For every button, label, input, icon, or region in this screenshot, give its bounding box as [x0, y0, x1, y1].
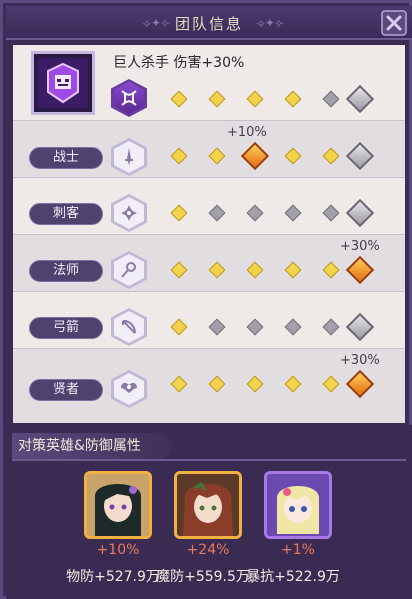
- hero-1-bonus: +10%: [96, 542, 140, 558]
- bow-icon: [122, 320, 136, 334]
- hero-avatar-3: [267, 474, 329, 536]
- mage-bonus-text: +30%: [340, 239, 380, 254]
- team-bonus-panel: 巨人杀手 伤害+30% 战士 刺客 法师 弓箭 贤者 +10% +30% +30…: [13, 45, 405, 423]
- hero-2-bonus: +24%: [186, 542, 230, 558]
- window-title: 团队信息: [174, 15, 243, 33]
- counter-heroes-section: 对策英雄&防御属性 +10% +24% +1% 物防+527.9万 魔防+559…: [6, 425, 412, 599]
- class-row-assassin: 刺客: [13, 178, 405, 235]
- hero-avatar-1: [87, 474, 149, 536]
- archer-hex: [111, 308, 147, 346]
- class-row-archer: 弓箭: [13, 292, 405, 349]
- class-label-sage: 贤者: [29, 379, 103, 401]
- wings-icon: [121, 382, 137, 393]
- close-icon: [381, 10, 407, 36]
- mage-hex: [111, 251, 147, 289]
- close-button[interactable]: [378, 7, 410, 39]
- class-row-warrior: 战士: [13, 121, 405, 178]
- x-symbol-icon: [121, 90, 137, 106]
- shuriken-icon: [121, 205, 137, 221]
- team-info-window: ⟢✦⟣ 团队信息 ⟢✦⟣ 巨人杀手 伤害+30% 战士 刺客 法师 弓箭 贤者 …: [0, 0, 412, 599]
- hero-portrait-3[interactable]: [264, 471, 332, 539]
- giant-killer-row: 巨人杀手 伤害+30%: [13, 45, 405, 121]
- assassin-hex: [111, 194, 147, 232]
- giant-killer-title: 巨人杀手 伤害+30%: [113, 55, 245, 71]
- sage-hex: [111, 370, 147, 408]
- giant-killer-hex: [111, 79, 147, 117]
- warrior-hex: [111, 138, 147, 176]
- hero-3-bonus: +1%: [281, 542, 315, 558]
- divider: [12, 459, 406, 461]
- header-ornament-right: ⟢✦⟣: [256, 16, 284, 30]
- sword-icon: [125, 148, 133, 165]
- class-label-assassin: 刺客: [29, 203, 103, 225]
- sage-bonus-text: +30%: [340, 353, 380, 368]
- warrior-bonus-text: +10%: [227, 125, 267, 140]
- golem-icon: [38, 58, 88, 108]
- counter-heroes-tab: 对策英雄&防御属性: [12, 433, 172, 459]
- giant-killer-emblem: [31, 51, 95, 115]
- window-header: ⟢✦⟣ 团队信息 ⟢✦⟣: [6, 6, 412, 40]
- hero-3-stat: 暴抗+522.9万: [246, 569, 340, 585]
- hero-portrait-2[interactable]: [174, 471, 242, 539]
- staff-icon: [121, 262, 136, 278]
- class-label-mage: 法师: [29, 260, 103, 282]
- class-label-warrior: 战士: [29, 147, 103, 169]
- class-label-archer: 弓箭: [29, 317, 103, 339]
- hero-portrait-1[interactable]: [84, 471, 152, 539]
- hero-avatar-2: [177, 474, 239, 536]
